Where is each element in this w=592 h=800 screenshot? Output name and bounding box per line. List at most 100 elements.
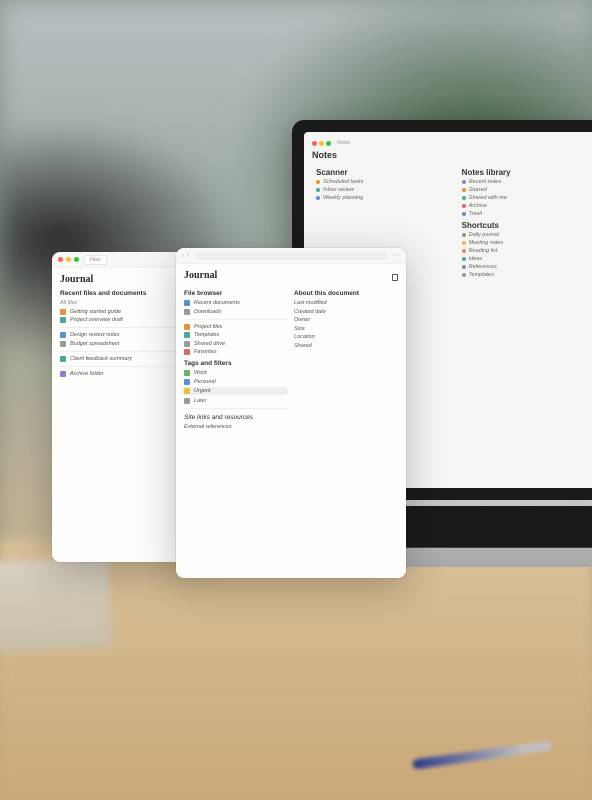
file-item[interactable]: Budget spreadsheet — [60, 341, 194, 347]
section-sub-label: All files — [60, 300, 77, 306]
file-item[interactable]: Client feedback summary — [60, 356, 194, 362]
meta-item: Owner — [294, 317, 398, 323]
item-label: Project files — [194, 324, 222, 330]
library-heading: Notes library — [462, 168, 592, 177]
traffic-light-min[interactable] — [319, 141, 324, 146]
window-title: Journal — [60, 274, 194, 285]
list-item[interactable]: Templates — [462, 272, 592, 278]
list-item[interactable]: Reading list — [462, 248, 592, 254]
list-item[interactable]: Weekly planning — [316, 195, 452, 201]
meta-label: Owner — [294, 317, 310, 323]
list-item-label: Daily journal — [469, 232, 499, 238]
file-icon — [60, 332, 66, 338]
list-item[interactable]: Trash — [462, 211, 592, 217]
chevron-left-icon[interactable]: ‹ — [182, 253, 184, 259]
list-item-label: Templates — [469, 272, 494, 278]
traffic-light-max[interactable] — [326, 141, 331, 146]
laptop-header: Notes — [312, 150, 592, 160]
file-label: Budget spreadsheet — [70, 341, 119, 347]
meta-item: Location — [294, 334, 398, 340]
more-icon[interactable]: ⋯ — [394, 252, 400, 259]
meta-label: Created date — [294, 309, 326, 315]
window-tab[interactable]: Files — [84, 255, 107, 265]
list-item-label: Shared with me — [469, 195, 507, 201]
bullet-icon — [316, 196, 320, 200]
list-item-label: Ideas — [469, 256, 482, 262]
link-item[interactable]: External references — [184, 424, 288, 430]
star-icon — [184, 349, 190, 355]
toolbar-tab[interactable]: Notes — [337, 140, 350, 146]
section-heading: Tags and filters — [184, 360, 288, 367]
list-item[interactable]: Scheduled tasks — [316, 179, 452, 185]
chevron-right-icon[interactable]: › — [187, 253, 189, 259]
file-label: Client feedback summary — [70, 356, 132, 362]
list-item-label: Reading list — [469, 248, 498, 254]
meta-item: Size — [294, 326, 398, 332]
tag-icon — [184, 379, 190, 385]
file-icon — [60, 341, 66, 347]
list-item[interactable]: Templates — [184, 332, 288, 338]
bullet-icon — [316, 180, 320, 184]
address-bar[interactable] — [195, 252, 388, 260]
right-column: About this document Last modified Create… — [294, 285, 398, 432]
window-title: Journal — [184, 270, 217, 281]
titlebar[interactable]: ‹ › ⋯ — [176, 248, 406, 264]
list-item[interactable]: Recent documents — [184, 300, 288, 306]
list-item-label: Recent notes — [469, 179, 501, 185]
list-item[interactable]: Recent notes — [462, 179, 592, 185]
file-icon — [60, 356, 66, 362]
list-item[interactable]: Ideas — [462, 256, 592, 262]
left-column: File browser Recent documents Downloads … — [184, 285, 288, 432]
bullet-icon — [462, 212, 466, 216]
tag-icon — [184, 388, 190, 394]
tag-item[interactable]: Later — [184, 398, 288, 404]
folder-icon — [184, 332, 190, 338]
item-label: Favorites — [194, 349, 217, 355]
file-item[interactable]: Project overview draft — [60, 317, 194, 323]
close-icon[interactable] — [58, 257, 63, 262]
list-item[interactable]: Favorites — [184, 349, 288, 355]
file-item[interactable]: Archive folder — [60, 371, 194, 377]
tag-icon — [184, 398, 190, 404]
section-heading: Site links and resources — [184, 414, 288, 421]
minimize-icon[interactable] — [66, 257, 71, 262]
traffic-light-close[interactable] — [312, 141, 317, 146]
list-item[interactable]: References — [462, 264, 592, 270]
list-item[interactable]: Project files — [184, 324, 288, 330]
doc-icon — [184, 300, 190, 306]
folder-icon — [184, 324, 190, 330]
list-item[interactable]: Inbox review — [316, 187, 452, 193]
section-heading: About this document — [294, 290, 398, 297]
tag-item[interactable]: Personal — [184, 379, 288, 385]
item-label: Later — [194, 398, 207, 404]
list-item-label: Scheduled tasks — [323, 179, 363, 185]
list-item[interactable]: Shared with me — [462, 195, 592, 201]
list-item[interactable]: Downloads — [184, 309, 288, 315]
list-item[interactable]: Meeting notes — [462, 240, 592, 246]
maximize-icon[interactable] — [74, 257, 79, 262]
meta-label: Location — [294, 334, 315, 340]
list-item[interactable]: Shared drive — [184, 341, 288, 347]
list-item[interactable]: Daily journal — [462, 232, 592, 238]
bullet-icon — [462, 180, 466, 184]
list-item-label: Weekly planning — [323, 195, 363, 201]
tag-item-selected[interactable]: Urgent — [182, 387, 288, 395]
bullet-icon — [462, 241, 466, 245]
lock-icon — [392, 274, 398, 281]
list-item-label: Trash — [469, 211, 483, 217]
list-item-label: References — [469, 264, 497, 270]
list-item[interactable]: Archive — [462, 203, 592, 209]
item-label: Downloads — [194, 309, 221, 315]
list-item-label: Inbox review — [323, 187, 354, 193]
file-item[interactable]: Design review notes — [60, 332, 194, 338]
bullet-icon — [462, 249, 466, 253]
meta-item: Created date — [294, 309, 398, 315]
meta-label: Last modified — [294, 300, 327, 306]
tag-item[interactable]: Work — [184, 370, 288, 376]
section-heading: File browser — [184, 290, 288, 297]
list-item[interactable]: Starred — [462, 187, 592, 193]
bullet-icon — [462, 196, 466, 200]
divider — [60, 351, 194, 352]
file-item[interactable]: Getting started guide — [60, 309, 194, 315]
item-label: Urgent — [194, 388, 211, 394]
